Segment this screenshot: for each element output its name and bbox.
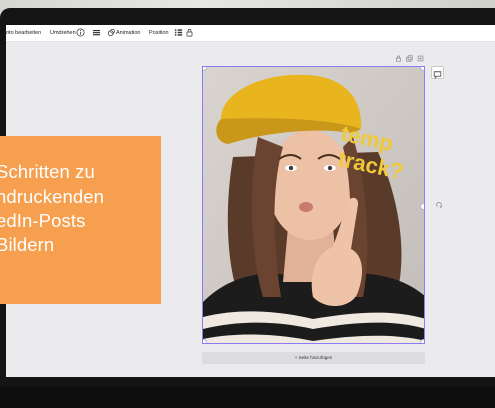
title-card: Schritten zu ndruckenden edIn-Posts Bild… xyxy=(0,136,161,304)
position-button[interactable]: Position xyxy=(149,30,169,36)
resize-handle[interactable] xyxy=(420,339,424,343)
lock-icon[interactable] xyxy=(395,55,402,62)
add-page-button[interactable]: + Seite hinzufügen xyxy=(202,352,425,364)
card-line-4: Bildern xyxy=(0,234,55,255)
flip-button[interactable]: Umdrehen xyxy=(50,30,76,36)
resize-handle[interactable] xyxy=(203,339,207,343)
comment-icon xyxy=(433,71,442,79)
edit-photo-button[interactable]: oto bearbeiten xyxy=(6,30,41,36)
portrait-photo: temp track? xyxy=(203,67,424,343)
add-page-icon[interactable] xyxy=(417,55,424,62)
lock-icon[interactable] xyxy=(185,28,194,37)
animation-icon[interactable] xyxy=(107,28,116,37)
design-canvas[interactable]: temp track? xyxy=(202,66,425,344)
grid-icon[interactable] xyxy=(174,28,183,37)
info-icon[interactable] xyxy=(76,28,85,37)
animation-button[interactable]: Animation xyxy=(116,30,140,36)
rotate-icon[interactable] xyxy=(435,201,443,209)
resize-handle[interactable] xyxy=(420,203,424,210)
menu-icon[interactable] xyxy=(92,28,101,37)
card-line-3: edIn-Posts xyxy=(0,210,86,231)
card-line-2: ndruckenden xyxy=(0,186,105,207)
duplicate-icon[interactable] xyxy=(406,55,413,62)
card-line-1: Schritten zu xyxy=(0,161,95,182)
resize-handle[interactable] xyxy=(420,67,424,71)
comment-button[interactable] xyxy=(431,66,444,79)
editor-toolbar: oto bearbeiten Umdrehen Animation Positi… xyxy=(6,25,495,42)
laptop-bezel xyxy=(0,386,495,408)
